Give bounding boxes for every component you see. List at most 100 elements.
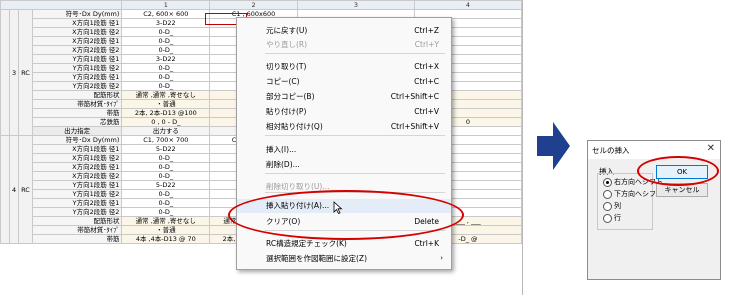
menu-item-label: 選択範囲を作図範囲に設定(Z) [266,254,367,263]
row-label: X方向2段筋 径1 [31,36,123,46]
table-cell[interactable]: C2, 600× 600 [121,9,211,19]
menu-item-label: 相対貼り付け(Q) [266,122,323,131]
radio-label: 行 [614,214,621,222]
radio-button[interactable] [603,178,612,187]
menu-item-shortcut: Ctrl+V [414,107,439,116]
column-header[interactable]: 3 [296,0,415,10]
table-cell[interactable]: 通常 ,通常 ,寄せなし [121,216,211,226]
table-cell[interactable]: 0-D_ [121,189,211,199]
row-label: 符号･Dx Dy(mm) [31,135,123,145]
row-label: X方向1段筋 径1 [31,144,123,154]
menu-item-label: 貼り付け(P) [266,107,307,116]
row-label: Y方向2段筋 径2 [31,207,123,217]
mouse-pointer-icon [333,201,343,214]
table-cell[interactable]: 0-D_ [121,207,211,217]
menu-item-shortcut: Ctrl+C [414,77,439,86]
insert-option-group: 右方向へシフト 下方向へシフト列行 [597,173,663,230]
menu-item[interactable]: 元に戻す(U) Ctrl+Z [237,24,451,38]
menu-item[interactable]: コピー(C) Ctrl+C [237,75,451,89]
table-cell[interactable]: 0-D_ [121,27,211,37]
highlight-oval-insert-paste [228,190,464,240]
table-cell[interactable]: 0-D_ [121,81,211,91]
menu-item[interactable]: 挿入(I)... [237,143,451,157]
table-cell[interactable]: 3-D22 [121,18,211,28]
row-label: X方向1段筋 径2 [31,27,123,37]
row-label: Y方向2段筋 径2 [31,81,123,91]
table-cell[interactable]: 0 , 0 - D_ [121,117,211,127]
menu-item: やり直し(R) Ctrl+Y [237,38,451,52]
radio-button[interactable] [603,214,612,223]
table-cell[interactable]: 3-D22 [121,54,211,64]
chevron-right-icon: › [440,254,443,262]
table-cell[interactable]: 0-D_ [121,63,211,73]
highlight-oval-ok [637,156,719,186]
menu-item-label: コピー(C) [266,77,300,86]
table-cell[interactable]: 0-D_ [121,153,211,163]
floor-number: 4 [8,135,20,244]
table-cell[interactable]: 0-D_ [121,171,211,181]
row-label: X方向2段筋 径2 [31,45,123,55]
row-label: 配筋形状 [31,90,123,100]
menu-item-shortcut: Ctrl+X [414,62,439,71]
row-label: X方向2段筋 径1 [31,162,123,172]
menu-item-label: 元に戻す(U) [266,26,308,35]
table-cell[interactable]: 0-D_ [121,45,211,55]
menu-item[interactable]: 切り取り(T) Ctrl+X [237,60,451,74]
menu-item-label: 切り取り(T) [266,62,307,71]
menu-item[interactable]: 削除(D)... [237,158,451,172]
table-cell[interactable]: ・普通 [121,99,211,109]
row-label: Y方向2段筋 径1 [31,72,123,82]
menu-item-label: 削除(D)... [266,160,300,169]
menu-item-shortcut: Ctrl+Z [414,26,439,35]
row-label: X方向2段筋 径2 [31,171,123,181]
row-label: 符号･Dx Dy(mm) [31,9,123,19]
menu-item[interactable]: 貼り付け(P) Ctrl+V [237,105,451,119]
row-label: 帯筋 [31,234,123,244]
table-cell[interactable]: 0-D_ [121,162,211,172]
row-label: 帯筋材質･ﾀｲﾌﾟ [31,225,123,235]
table-cell[interactable]: ・普通 [121,225,211,235]
row-gutter [0,135,10,244]
table-cell[interactable]: 出力する [121,126,211,136]
row-label: 芯鉄筋 [31,117,123,127]
table-cell[interactable]: 5-D22 [121,180,211,190]
menu-separator [265,173,445,174]
row-gutter [0,9,10,136]
menu-item-label: 部分コピー(B) [266,92,315,101]
column-header[interactable]: 2 [209,0,298,10]
close-icon[interactable]: ✕ [707,143,715,154]
table-cell[interactable]: 0-D_ [121,72,211,82]
radio-button[interactable] [603,190,612,199]
table-cell[interactable]: 2本, 2本-D13 @100 [121,108,211,118]
menu-item-shortcut: Ctrl+Y [414,40,439,49]
dialog-title: セルの挿入 [592,146,630,155]
row-label: 出力指定 [31,126,123,136]
menu-item-label: RC構造規定チェック(K) [266,239,347,248]
row-label: 帯筋材質･ﾀｲﾌﾟ [31,99,123,109]
menu-separator [265,53,445,54]
table-cell[interactable]: 4本 ,4本-D13 @ 70 [121,234,211,244]
row-label: X方向1段筋 径2 [31,153,123,163]
column-header[interactable]: 1 [121,0,211,10]
menu-item-label: 挿入(I)... [266,145,297,154]
menu-item-label: やり直し(R) [266,40,308,49]
menu-item[interactable]: 選択範囲を作図範囲に設定(Z) › [237,252,451,266]
menu-item-shortcut: Ctrl+K [414,239,439,248]
table-cell[interactable]: 通常 ,通常 ,寄せなし [121,90,211,100]
menu-item[interactable]: 相対貼り付け(Q) Ctrl+Shift+V [237,120,451,134]
table-cell[interactable]: C1, 700× 700 [121,135,211,145]
row-label: Y方向1段筋 径2 [31,63,123,73]
table-cell[interactable]: 5-D22 [121,144,211,154]
row-label: Y方向2段筋 径1 [31,198,123,208]
corner-cell [0,0,123,10]
menu-separator [265,135,445,136]
row-label: 配筋形状 [31,216,123,226]
menu-item[interactable]: 部分コピー(B) Ctrl+Shift+C [237,90,451,104]
row-label: Y方向1段筋 径1 [31,54,123,64]
radio-button[interactable] [603,202,612,211]
table-cell[interactable]: 0-D_ [121,36,211,46]
column-header[interactable]: 4 [413,0,522,10]
column-header-row: 1234 [0,0,522,10]
table-cell[interactable]: 0-D_ [121,198,211,208]
menu-item-shortcut: Ctrl+Shift+C [390,92,439,101]
